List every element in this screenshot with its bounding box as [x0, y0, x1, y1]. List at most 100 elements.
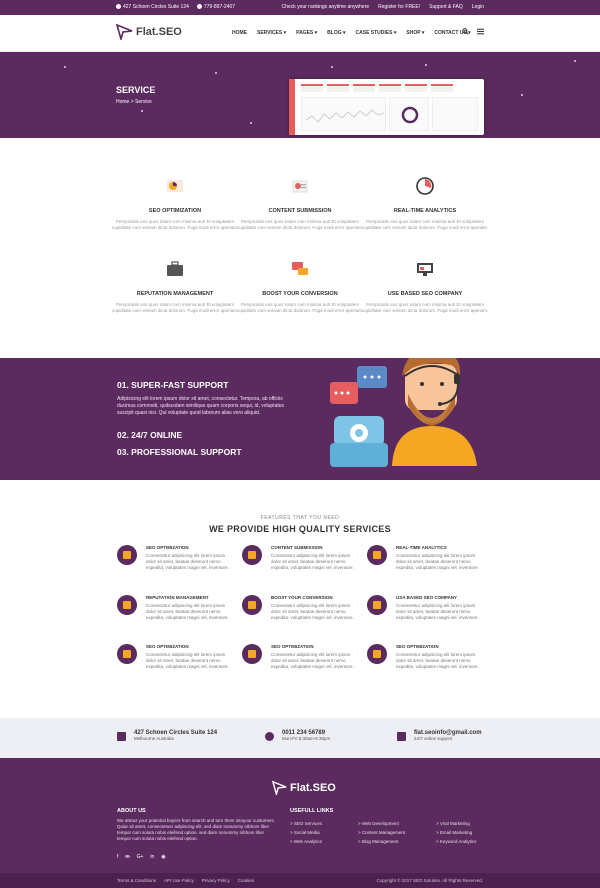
feature-icon-glyph [248, 650, 256, 658]
star-decoration [331, 66, 333, 68]
support-item-1-text: Adipisicing elit lorem ipsum dolor sit a… [117, 396, 285, 416]
cookies-link[interactable]: Cookies [238, 878, 254, 883]
logo-icon [116, 23, 133, 40]
service-card: USE BASED SEO COMPANY Perspiciatis eos q… [360, 258, 490, 314]
service-title: BOOST YOUR CONVERSION [262, 291, 338, 297]
about-text: We attract your potential buyers from se… [117, 818, 275, 841]
footer-link[interactable]: > Web Analytics [290, 837, 322, 846]
feature-title: SEO OPTIMIZATION [146, 545, 189, 550]
register-link[interactable]: Register for FREE! [378, 4, 420, 10]
dashboard-donut [401, 106, 419, 124]
dribbble-icon[interactable]: ◉ [161, 854, 165, 860]
logo[interactable]: Flat.SEO [116, 23, 182, 40]
footer-logo[interactable]: Flat.SEO [272, 780, 336, 795]
feature-icon-glyph [373, 650, 381, 658]
service-title: SEO OPTIMIZATION [148, 208, 202, 214]
page-title: SERVICE [116, 85, 156, 95]
support-item-1-title: 01. SUPER-FAST SUPPORT [117, 380, 229, 390]
terms-link[interactable]: Terms & Conditions [117, 878, 156, 883]
api-policy-link[interactable]: API Use Policy [164, 878, 194, 883]
support-agent-illustration [330, 358, 477, 467]
search-icon[interactable] [462, 28, 469, 35]
links-column-2: > Web Development > Content Management >… [358, 819, 405, 846]
footer-link[interactable]: > Web Development [358, 819, 405, 828]
features-eyebrow: FEATURES THAT YOU NEED [260, 515, 340, 521]
nav-pages[interactable]: PAGES [296, 30, 317, 36]
privacy-policy-link[interactable]: Privacy Policy [202, 878, 230, 883]
feature-title: REPUTATION MANAGEMENT [146, 595, 209, 600]
footer-link[interactable]: > Content Management [358, 828, 405, 837]
service-card: BOOST YOUR CONVERSION Perspiciatis eos q… [235, 258, 365, 314]
briefcase-icon [167, 261, 183, 276]
twitter-icon[interactable]: ᵯ [125, 854, 129, 860]
dashboard-illustration [289, 79, 484, 135]
contact-strip: 427 Schoen Circles Suite 124 Melbourne A… [0, 718, 600, 758]
page-hero: SERVICE Home > Service [0, 52, 600, 138]
feature-icon [117, 545, 137, 565]
feature-title: BOOST YOUR CONVERSION [271, 595, 333, 600]
nav-case-studies[interactable]: CASE STUDIES [356, 30, 397, 36]
logo-icon [272, 780, 287, 795]
footer-link[interactable]: > Keyword Analytics [436, 837, 476, 846]
facebook-icon[interactable]: f [117, 854, 118, 860]
feature-text: Consectetur adipisicing elit lorem ipsum… [146, 553, 229, 570]
contact-email-sub: 24/7 online support [414, 736, 453, 741]
content-icon [292, 180, 308, 193]
copyright: Copyright © 2017 SEO Solution. All Right… [376, 878, 483, 883]
nav-shop[interactable]: SHOP [406, 30, 424, 36]
feature-text: Consectetur adipisicing elit lorem ipsum… [396, 652, 479, 669]
features-headline: WE PROVIDE HIGH QUALITY SERVICES [209, 524, 391, 534]
feature-text: Consectetur adipisicing elit lorem ipsum… [146, 603, 229, 620]
bottom-bar: Terms & Conditions API Use Policy Privac… [0, 873, 600, 888]
star-decoration [425, 64, 427, 66]
feature-title: REAL-TIME ANALYTICS [396, 545, 447, 550]
feature-icon [117, 644, 137, 664]
feature-title: USA BASED SEO COMPANY [396, 595, 458, 600]
feature-icon-glyph [123, 650, 131, 658]
feature-icon [117, 595, 137, 615]
social-links: f ᵯ G+ in ◉ [117, 854, 166, 860]
breadcrumb-home[interactable]: Home [116, 99, 129, 105]
phone-icon [196, 4, 202, 9]
dashboard-stat [431, 84, 453, 92]
links-column-3: > Viral Marketing > Email Marketing > Ke… [436, 819, 476, 846]
rankings-link[interactable]: Check your rankings anytime anywhere [282, 4, 370, 10]
footer-link[interactable]: > Blog Management [358, 837, 405, 846]
about-heading: ABOUT US [117, 808, 146, 814]
service-text: Perspiciatis eos quos totam cum minima a… [236, 219, 364, 230]
menu-icon[interactable] [477, 28, 484, 35]
nav-services[interactable]: SERVICES [257, 30, 286, 36]
dashboard-list-panel [432, 97, 478, 131]
footer-link[interactable]: > Social Media [290, 828, 322, 837]
contact-address: 427 Schoen Circles Suite 124 Melbourne A… [117, 730, 217, 741]
login-link[interactable]: Login [472, 4, 484, 10]
location-icon [116, 4, 121, 9]
support-faq-link[interactable]: Support & FAQ [429, 4, 463, 10]
dashboard-line-chart [305, 109, 385, 123]
feature-text: Consectetur adipisicing elit lorem ipsum… [271, 603, 354, 620]
dashboard-stat [353, 84, 375, 92]
links-heading: USEFULL LINKS [290, 808, 334, 814]
linkedin-icon[interactable]: in [150, 854, 154, 860]
mail-icon [397, 732, 406, 741]
google-plus-icon[interactable]: G+ [137, 854, 144, 860]
footer-link[interactable]: > Viral Marketing [436, 819, 476, 828]
feature-title: SEO OPTIMIZATION [146, 644, 189, 649]
star-decoration [64, 66, 66, 68]
footer-link[interactable]: > Email Marketing [436, 828, 476, 837]
service-text: Perspiciatis eos quos totam cum minima a… [236, 302, 364, 313]
feature-icon-glyph [373, 601, 381, 609]
dashboard-stat [301, 84, 323, 92]
seo-chart-icon [167, 180, 183, 192]
service-title: REPUTATION MANAGEMENT [136, 291, 214, 297]
footer-link[interactable]: > SEO Services [290, 819, 322, 828]
logo-text: Flat.SEO [136, 25, 182, 38]
nav-home[interactable]: HOME [232, 30, 247, 36]
user-icon [265, 732, 274, 741]
feature-icon-glyph [123, 551, 131, 559]
feature-icon-glyph [248, 551, 256, 559]
footer-logo-text: Flat.SEO [290, 781, 336, 794]
dashboard-donut-panel [389, 97, 429, 131]
contact-phone: 0011 234 56789 Mon-Fri 8:30am-6:30pm [265, 730, 330, 741]
nav-blog[interactable]: BLOG [327, 30, 345, 36]
